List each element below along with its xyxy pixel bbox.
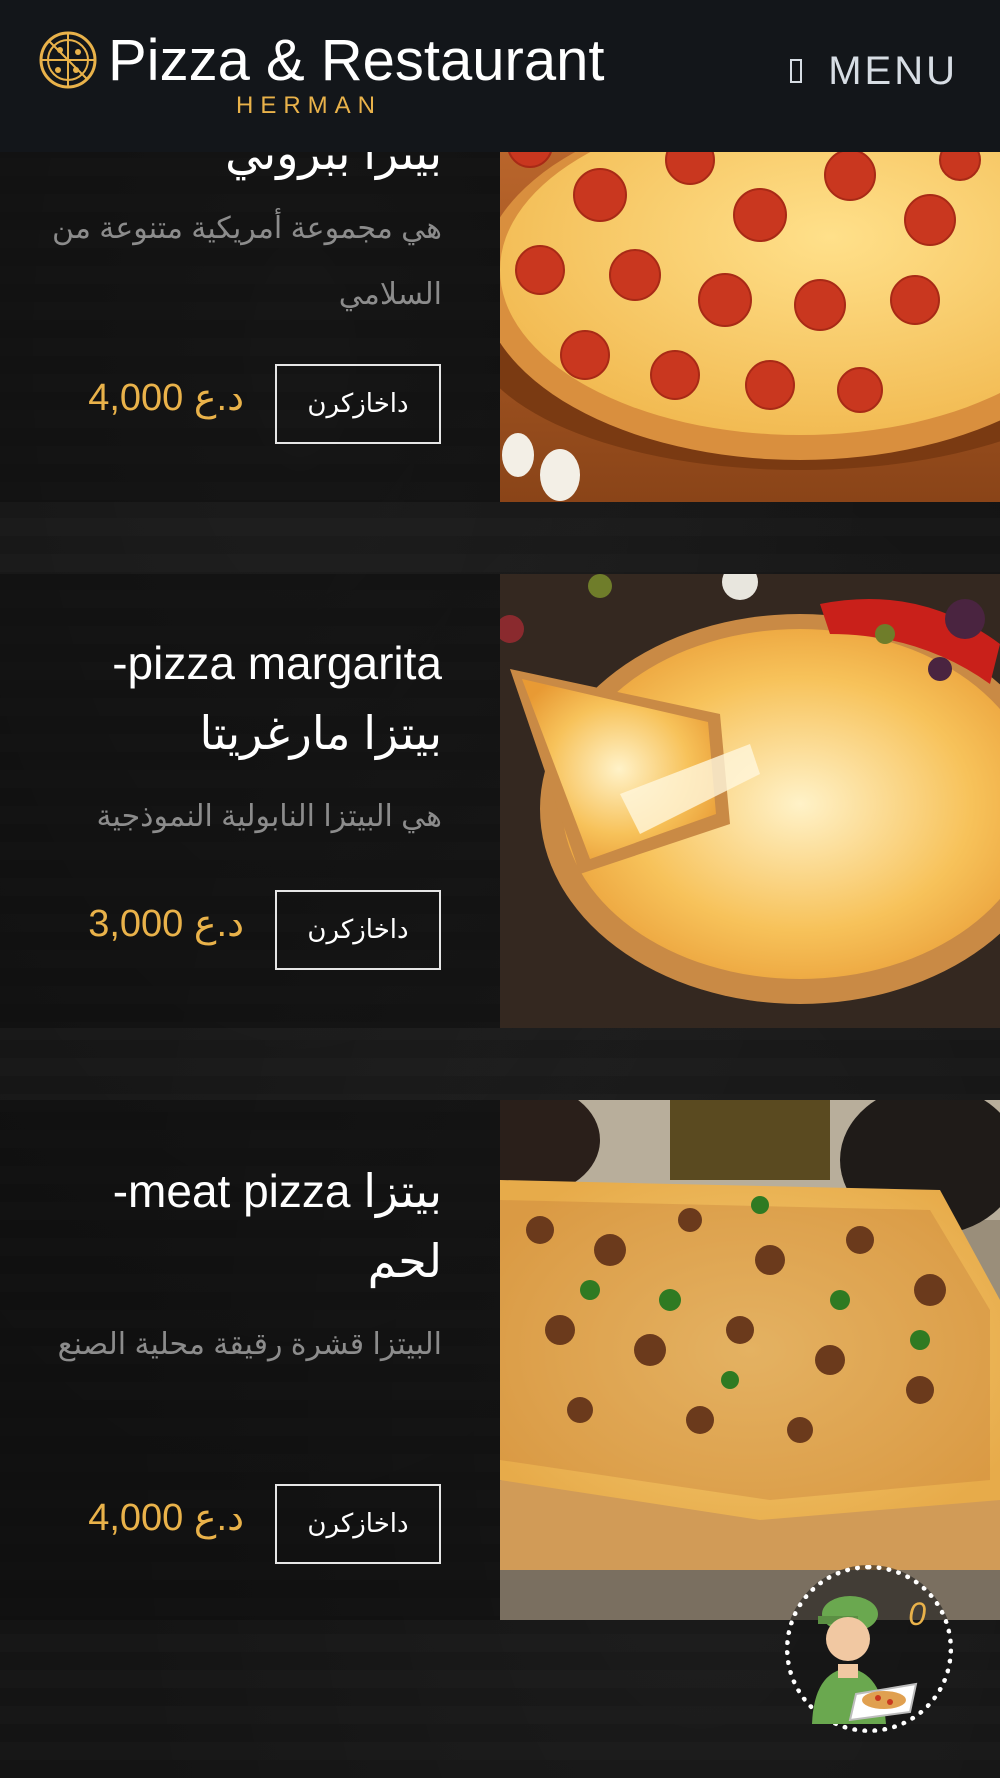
site-header: Pizza & Restaurant HERMAN MENU xyxy=(0,0,1000,152)
menu-item-description: هي مجموعة أمريكية متنوعة من السلامي xyxy=(52,212,442,311)
pizza-logo-icon[interactable] xyxy=(38,30,98,90)
pepperoni-pizza-image[interactable] xyxy=(500,100,1000,502)
cart-button[interactable]: 0 xyxy=(785,1565,953,1733)
brand-title[interactable]: Pizza & Restaurant xyxy=(108,28,604,94)
order-button[interactable]: داخازكرن xyxy=(275,890,441,970)
menu-item-title: -pizza margarita بيتزا مارغريتا xyxy=(112,637,442,759)
menu-button[interactable]: MENU xyxy=(790,48,958,94)
menu-item-title: -meat pizza بيتزا لحم xyxy=(112,1165,442,1287)
meat-pizza-image[interactable] xyxy=(500,1100,1000,1620)
menu-label: MENU xyxy=(828,48,958,93)
margarita-pizza-image[interactable] xyxy=(500,574,1000,1028)
menu-item-description: البيتزا قشرة رقيقة محلية الصنع xyxy=(57,1328,442,1361)
cart-count: 0 xyxy=(908,1596,926,1632)
delivery-man-icon xyxy=(812,1596,918,1724)
menu-icon xyxy=(790,59,803,83)
menu-item-card: -pizza margarita بيتزا مارغريتا هي البيت… xyxy=(0,574,1000,1028)
order-button[interactable]: داخازكرن xyxy=(275,364,441,444)
menu-item-price: 3,000 د.ع xyxy=(88,903,244,945)
menu-item-card: -meat pizza بيتزا لحم البيتزا قشرة رقيقة… xyxy=(0,1100,1000,1620)
menu-item-card: بيتزا ببروني هي مجموعة أمريكية متنوعة من… xyxy=(0,100,1000,502)
menu-item-description: هي البيتزا النابولية النموذجية xyxy=(96,800,442,833)
menu-item-price: 4,000 د.ع xyxy=(88,1497,244,1539)
menu-item-price: 4,000 د.ع xyxy=(88,377,244,419)
brand-subtitle: HERMAN xyxy=(236,92,383,119)
order-button[interactable]: داخازكرن xyxy=(275,1484,441,1564)
